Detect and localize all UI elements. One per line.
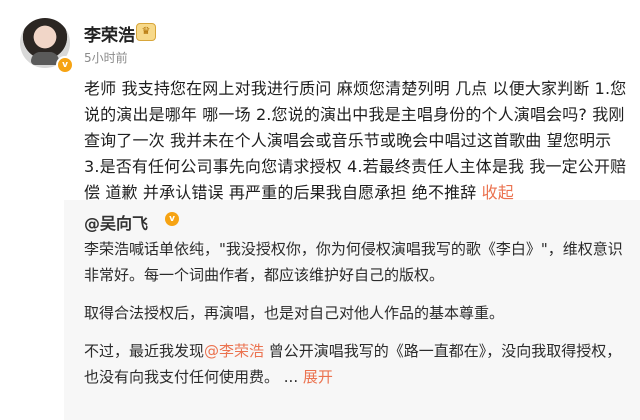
expand-link[interactable]: 展开 (303, 368, 333, 386)
verified-badge-icon: v (56, 56, 74, 74)
post-time[interactable]: 5小时前 (84, 49, 128, 66)
repost-paragraph-1: 李荣浩喊话单依纯，"我没授权你，你为何侵权演唱我写的歌《李白》"，维权意识非常好… (84, 240, 623, 284)
post-text: 老师 我支持您在网上对我进行质问 麻烦您清楚列明 几点 以便大家判断 1.您说的… (84, 76, 632, 206)
repost-paragraph-3: 不过，最近我发现@李荣浩 曾公开演唱我写的《路一直都在》，没向我取得授权，也没有… (84, 342, 622, 386)
repost-box: @吴向飞 v 李荣浩喊话单依纯，"我没授权你，你为何侵权演唱我写的歌《李白》"，… (64, 200, 640, 420)
repost-verified-badge-icon: v (165, 212, 179, 226)
repost-text: 李荣浩喊话单依纯，"我没授权你，你为何侵权演唱我写的歌《李白》"，维权意识非常好… (84, 236, 629, 402)
repost-author[interactable]: @吴向飞 (84, 210, 148, 234)
avatar-shirt (31, 52, 59, 65)
vip-crown-icon[interactable]: ♛ (136, 23, 156, 41)
post-body: 老师 我支持您在网上对我进行质问 麻烦您清楚列明 几点 以便大家判断 1.您说的… (84, 79, 627, 202)
mention-link[interactable]: @李荣浩 (204, 342, 264, 360)
repost-paragraph-3-prefix: 不过，最近我发现 (84, 342, 205, 360)
repost-paragraph-2: 取得合法授权后，再演唱，也是对自己对他人作品的基本尊重。 (84, 304, 505, 322)
author-name[interactable]: 李荣浩 (84, 21, 135, 46)
